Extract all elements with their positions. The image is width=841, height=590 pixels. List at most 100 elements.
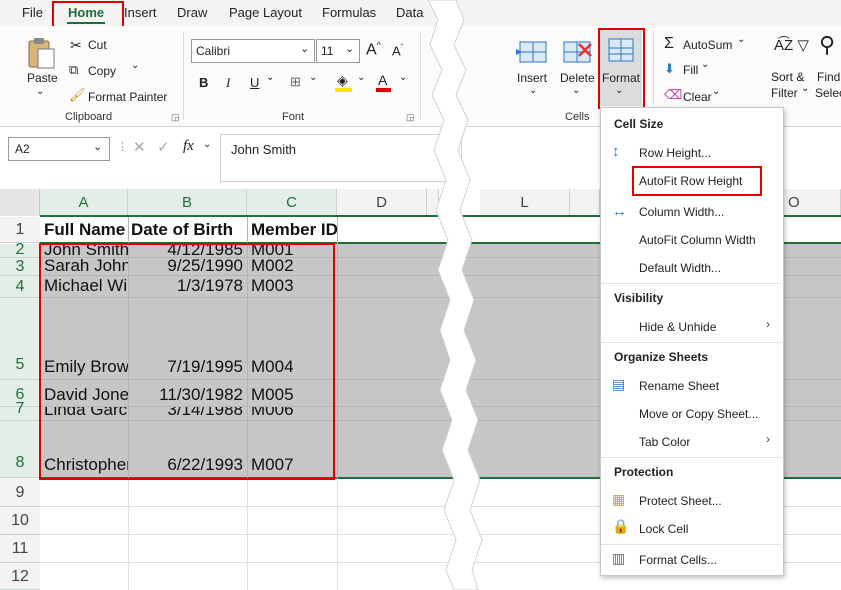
name-box[interactable]: A2 ⌄ — [8, 137, 110, 161]
gridline — [337, 479, 338, 590]
enter-icon[interactable]: ✓ — [157, 138, 170, 156]
increase-font-icon[interactable]: A^ — [366, 40, 381, 59]
row-header-2[interactable]: 2 — [0, 242, 40, 258]
chevron-down-icon: ⌄ — [300, 43, 310, 55]
column-header-a[interactable]: A — [40, 189, 128, 216]
tab-insert[interactable]: Insert — [124, 5, 157, 20]
font-name-select[interactable]: Calibri ⌄ — [191, 39, 315, 63]
column-header-d[interactable]: D — [337, 189, 427, 216]
fill-down-icon: ⬇ — [664, 61, 675, 76]
name-box-value: A2 — [15, 142, 30, 156]
dialog-launcher-icon[interactable]: ◲ — [406, 112, 415, 123]
font-name-value: Calibri — [196, 44, 231, 58]
gridline — [128, 479, 129, 590]
autosum-button[interactable]: AutoSum — [683, 38, 732, 52]
chevron-down-icon: ⌄ — [357, 72, 366, 83]
fill-button[interactable]: Fill — [683, 63, 698, 77]
copy-icon: ⧉ — [69, 62, 79, 77]
select-all-corner[interactable] — [0, 189, 40, 216]
cell-a1[interactable]: Full Name — [44, 220, 128, 240]
find-select-label-1[interactable]: Find — [817, 70, 840, 84]
menu-row-height[interactable]: Row Height... — [639, 146, 711, 160]
menu-rename-sheet[interactable]: Rename Sheet — [639, 379, 719, 393]
cell-b1[interactable]: Date of Birth — [131, 220, 249, 240]
menu-move-copy-sheet[interactable]: Move or Copy Sheet... — [639, 407, 758, 421]
row-header-1[interactable]: 1 — [0, 217, 40, 243]
column-header-c[interactable]: C — [247, 189, 337, 216]
sort-filter-icon: A͡Z ▽ — [774, 37, 809, 54]
cancel-icon[interactable]: ✕ — [133, 138, 146, 156]
formula-content: John Smith — [231, 142, 297, 157]
copy-button[interactable]: Copy — [88, 64, 116, 78]
tab-formulas[interactable]: Formulas — [322, 5, 376, 20]
delete-cells-button[interactable] — [561, 38, 593, 66]
tab-file[interactable]: File — [22, 5, 43, 20]
dialog-launcher-icon[interactable]: ◲ — [171, 112, 180, 123]
chevron-down-icon: ⌄ — [266, 72, 275, 83]
tab-draw[interactable]: Draw — [177, 5, 207, 20]
column-header-b[interactable]: B — [128, 189, 247, 216]
divider — [653, 32, 654, 104]
bold-button[interactable]: B — [199, 75, 208, 90]
highlight-autofit-row — [632, 166, 762, 196]
cell-c1[interactable]: Member ID — [251, 220, 351, 240]
insert-function-button[interactable]: fx — [183, 138, 194, 155]
chevron-down-icon: ⌄ — [309, 72, 318, 83]
font-color-swatch — [376, 88, 391, 92]
chevron-down-icon: ⌄ — [131, 60, 140, 71]
section-protection: Protection — [614, 465, 674, 479]
menu-hide-unhide[interactable]: Hide & Unhide — [639, 320, 716, 334]
borders-icon[interactable]: ⊞ — [290, 74, 301, 90]
row-header-9[interactable]: 9 — [0, 479, 40, 507]
menu-protect-sheet[interactable]: Protect Sheet... — [639, 494, 722, 508]
menu-column-width[interactable]: Column Width... — [639, 205, 724, 219]
menu-tab-color[interactable]: Tab Color — [639, 435, 690, 449]
decrease-font-icon[interactable]: Aˇ — [392, 43, 403, 58]
section-visibility: Visibility — [614, 291, 664, 305]
chevron-right-icon: › — [766, 432, 770, 446]
paste-icon — [28, 38, 55, 69]
row-header-5[interactable]: 5 — [0, 298, 40, 380]
font-size-value: 11 — [321, 44, 334, 58]
row-header-7[interactable]: 7 — [0, 401, 40, 421]
format-painter-button[interactable]: Format Painter — [88, 90, 167, 104]
delete-label: Delete — [560, 71, 595, 85]
menu-autofit-column-width[interactable]: AutoFit Column Width — [639, 233, 756, 247]
italic-button[interactable]: I — [226, 75, 230, 91]
format-cells-icon: ▥ — [612, 550, 626, 566]
menu-lock-cell[interactable]: Lock Cell — [639, 522, 688, 536]
highlight-data-range — [39, 243, 335, 480]
chevron-down-icon: ⌄ — [36, 86, 45, 97]
sort-filter-label-1[interactable]: Sort & — [771, 70, 804, 84]
cut-button[interactable]: Cut — [88, 38, 107, 52]
clear-button[interactable]: Clear — [683, 90, 712, 104]
highlight-format-button — [598, 28, 645, 109]
column-header-m[interactable] — [570, 189, 600, 216]
row-header-3[interactable]: 3 — [0, 258, 40, 276]
menu-format-cells[interactable]: Format Cells... — [639, 553, 717, 567]
rename-sheet-icon: ▤ — [612, 376, 626, 392]
row-header-10[interactable]: 10 — [0, 507, 40, 535]
column-header-l[interactable]: L — [480, 189, 570, 216]
column-header-o[interactable]: O — [782, 189, 841, 216]
more-options-icon: ⋮ — [117, 141, 128, 153]
menu-default-width[interactable]: Default Width... — [639, 261, 721, 275]
row-header-11[interactable]: 11 — [0, 535, 40, 563]
insert-cells-button[interactable] — [516, 38, 548, 66]
gridline — [247, 479, 248, 590]
tab-page-layout[interactable]: Page Layout — [229, 5, 302, 20]
fill-color-icon[interactable]: ◈ — [337, 72, 348, 89]
sort-filter-label-2[interactable]: Filter — [771, 86, 798, 100]
menu-divider — [601, 283, 781, 284]
font-color-button[interactable]: A — [378, 72, 387, 88]
row-header-4[interactable]: 4 — [0, 276, 40, 298]
search-icon: ⚲ — [819, 32, 836, 57]
paste-button[interactable] — [26, 36, 56, 70]
column-width-icon: ↔ — [612, 203, 627, 220]
font-size-select[interactable]: 11 ⌄ — [316, 39, 360, 63]
underline-button[interactable]: U — [250, 75, 259, 90]
find-select-label-2[interactable]: Selec — [815, 86, 841, 100]
row-header-8[interactable]: 8 — [0, 421, 40, 478]
row-header-12[interactable]: 12 — [0, 563, 40, 590]
cells-group-label: Cells — [565, 111, 590, 123]
